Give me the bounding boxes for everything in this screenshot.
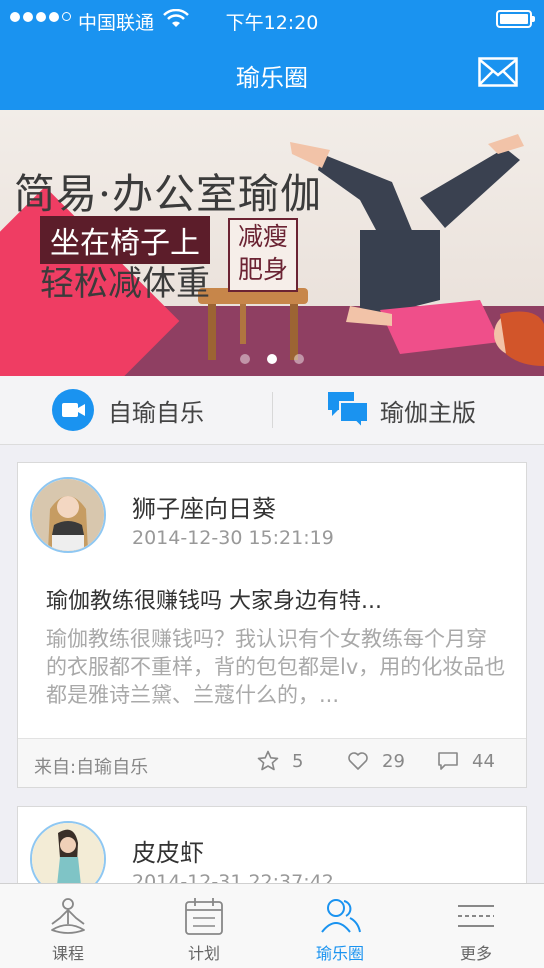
page-dot[interactable] — [240, 354, 250, 364]
tab-label: 瑜乐圈 — [315, 944, 364, 963]
tab-plan[interactable]: 计划 — [136, 884, 272, 968]
post-title[interactable]: 瑜伽教练很赚钱吗 大家身边有特... — [46, 583, 382, 615]
like-count: 29 — [382, 750, 405, 772]
tab-courses[interactable]: 课程 — [0, 884, 136, 968]
like-button[interactable]: 29 — [346, 749, 405, 773]
banner-tag-line-2: 肥身 — [237, 255, 288, 284]
post-card[interactable]: 狮子座向日葵 2014-12-30 15:21:19 瑜伽教练很赚钱吗 大家身边… — [17, 462, 527, 788]
status-bar: 中国联通 下午12:20 — [0, 0, 544, 40]
segment-label: 瑜伽主版 — [380, 398, 476, 427]
people-icon — [321, 899, 361, 933]
tab-more[interactable]: 更多 — [408, 884, 544, 968]
meditation-icon — [51, 898, 85, 934]
section-switcher: 自瑜自乐 瑜伽主版 — [0, 376, 544, 445]
carousel-page-indicator[interactable] — [0, 354, 544, 364]
chat-bubbles-icon — [328, 392, 369, 430]
battery-icon — [496, 10, 535, 28]
page-dot[interactable] — [294, 354, 304, 364]
heart-icon — [348, 752, 368, 770]
tab-label: 课程 — [51, 944, 84, 963]
post-timestamp: 2014-12-30 15:21:19 — [132, 527, 334, 549]
post-source: 来自:自瑜自乐 — [34, 757, 149, 778]
segment-divider — [272, 392, 273, 428]
page-dot-active[interactable] — [267, 354, 277, 364]
author-name[interactable]: 皮皮虾 — [132, 833, 204, 868]
tab-label: 更多 — [459, 944, 492, 963]
segment-yujiazhuban[interactable]: 瑜伽主版 — [326, 376, 476, 444]
calendar-icon — [185, 898, 223, 935]
video-camera-icon — [52, 389, 94, 431]
comment-button[interactable]: 44 — [436, 749, 495, 773]
segment-ziyuziyue[interactable]: 自瑜自乐 — [52, 376, 204, 444]
comment-icon — [438, 752, 458, 770]
banner-subline-2: 轻松减体重 — [40, 264, 210, 304]
favorite-button[interactable]: 5 — [256, 749, 303, 773]
more-lines-icon — [458, 905, 494, 927]
segment-label: 自瑜自乐 — [108, 398, 204, 427]
post-excerpt: 瑜伽教练很赚钱吗？我认识有个女教练每个月穿的衣服都不重样，背的包包都是lv，用的… — [46, 627, 506, 707]
post-footer: 来自:自瑜自乐 5 29 44 — [18, 738, 526, 787]
tab-bar: 课程 计划 瑜乐圈 更多 — [0, 883, 544, 968]
navigation-bar: 瑜乐圈 — [0, 40, 544, 110]
page-title: 瑜乐圈 — [236, 64, 308, 92]
banner-tag: 减瘦 肥身 — [228, 218, 298, 292]
avatar[interactable] — [30, 477, 106, 553]
banner-headline: 简易·办公室瑜伽 — [14, 170, 323, 218]
banner-tag-line-1: 减瘦 — [237, 222, 288, 251]
favorite-count: 5 — [292, 750, 304, 772]
author-name[interactable]: 狮子座向日葵 — [132, 489, 276, 524]
banner-carousel[interactable]: 简易·办公室瑜伽 坐在椅子上 轻松减体重 减瘦 肥身 — [0, 110, 544, 376]
tab-yulequan[interactable]: 瑜乐圈 — [272, 884, 408, 968]
comment-count: 44 — [472, 750, 495, 772]
tab-label: 计划 — [187, 944, 220, 963]
clock: 下午12:20 — [225, 12, 319, 34]
mail-icon[interactable] — [478, 57, 518, 87]
star-icon — [257, 750, 279, 771]
